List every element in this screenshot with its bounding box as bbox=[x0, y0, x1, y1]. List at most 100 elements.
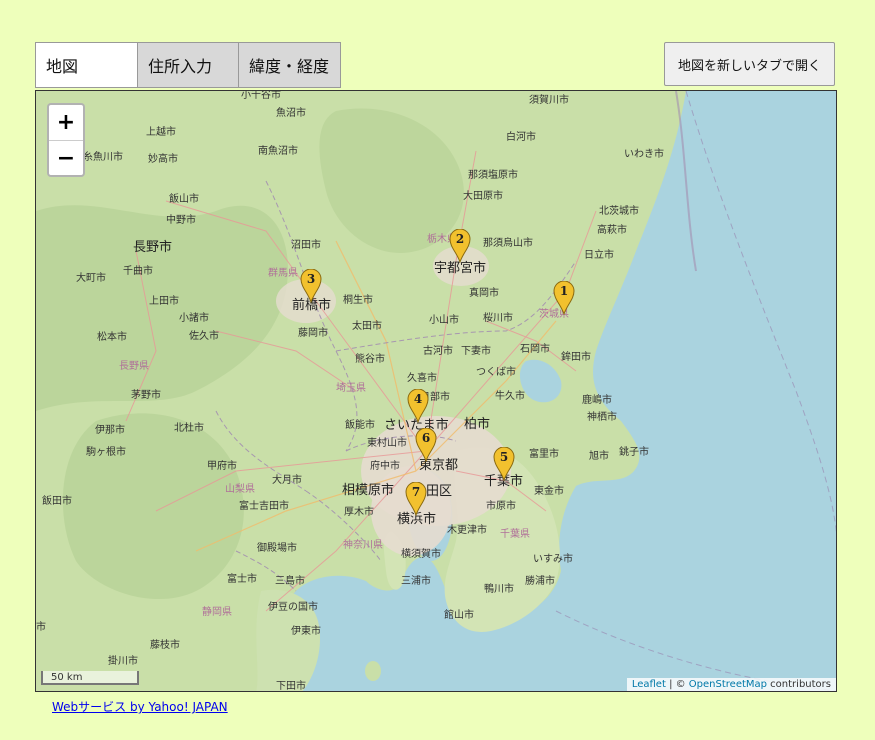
place-label: 市原市 bbox=[486, 501, 516, 512]
place-label: 相模原市 bbox=[342, 483, 395, 498]
marker-number: 2 bbox=[455, 232, 465, 246]
marker-number: 6 bbox=[421, 431, 431, 445]
map-marker[interactable]: 4 bbox=[407, 389, 429, 423]
place-label: 宇都宮市 bbox=[434, 261, 487, 276]
place-label: 上越市 bbox=[146, 127, 176, 138]
place-label: 掛川市 bbox=[108, 656, 138, 667]
place-label: 神栖市 bbox=[587, 412, 617, 423]
attribution-suffix: contributors bbox=[767, 679, 831, 690]
place-label: 糸魚川市 bbox=[83, 152, 123, 163]
place-label: 久喜市 bbox=[407, 373, 437, 384]
tab-lat-lng[interactable]: 緯度・経度 bbox=[239, 42, 341, 88]
place-label: 鹿嶋市 bbox=[582, 395, 612, 406]
place-label: 府中市 bbox=[370, 461, 400, 472]
place-label: 東村山市 bbox=[367, 438, 407, 449]
place-label: 須賀川市 bbox=[529, 95, 569, 106]
place-label: 三島市 bbox=[275, 576, 305, 587]
marker-number: 3 bbox=[306, 272, 316, 286]
place-label: 駒ヶ根市 bbox=[86, 447, 126, 458]
place-label: 太田市 bbox=[352, 321, 382, 332]
scale-bar: 50 km bbox=[41, 671, 139, 685]
marker-number: 4 bbox=[413, 392, 423, 406]
place-label: 中野市 bbox=[166, 215, 196, 226]
place-label: 飯能市 bbox=[345, 420, 375, 431]
place-label: 木更津市 bbox=[447, 525, 487, 536]
place-label: 飯山市 bbox=[169, 194, 199, 205]
map-marker[interactable]: 3 bbox=[300, 269, 322, 303]
map-container[interactable]: 小千谷市 魚沼市 須賀川市 上越市 白河市 糸魚川市 妙高市 南魚沼市 いわき市… bbox=[35, 90, 837, 692]
place-label: 大町市 bbox=[76, 273, 106, 284]
place-label: 牛久市 bbox=[495, 391, 525, 402]
place-label: 那須塩原市 bbox=[468, 170, 518, 181]
map-marker[interactable]: 6 bbox=[415, 428, 437, 462]
place-label: いわき市 bbox=[624, 149, 664, 160]
place-label: 横須賀市 bbox=[401, 549, 441, 560]
place-label: 佐久市 bbox=[189, 331, 219, 342]
place-label: 大田原市 bbox=[463, 191, 503, 202]
place-label: 富士吉田市 bbox=[239, 501, 289, 512]
place-label: 小諸市 bbox=[179, 313, 209, 324]
open-map-new-tab-button[interactable]: 地図を新しいタブで開く bbox=[664, 42, 835, 86]
prefecture-label: 群馬県 bbox=[268, 268, 298, 279]
place-label: 北杜市 bbox=[174, 423, 204, 434]
place-label: 熊谷市 bbox=[355, 354, 385, 365]
map-marker[interactable]: 1 bbox=[553, 281, 575, 315]
map-marker[interactable]: 7 bbox=[405, 482, 427, 516]
place-label: 藤枝市 bbox=[150, 640, 180, 651]
prefecture-label: 長野県 bbox=[119, 361, 149, 372]
mode-tabs: 地図 住所入力 緯度・経度 bbox=[35, 42, 341, 88]
openstreetmap-link[interactable]: OpenStreetMap bbox=[689, 679, 767, 690]
place-label: 南魚沼市 bbox=[258, 146, 298, 157]
place-label: 魚沼市 bbox=[276, 108, 306, 119]
prefecture-label: 山梨県 bbox=[225, 484, 255, 495]
place-label: 田区 bbox=[426, 484, 453, 499]
prefecture-label: 神奈川県 bbox=[343, 540, 383, 551]
tab-map[interactable]: 地図 bbox=[35, 42, 137, 88]
place-label: つくば市 bbox=[476, 367, 516, 378]
place-label: 上田市 bbox=[149, 296, 179, 307]
place-label: 小千谷市 bbox=[241, 90, 281, 101]
place-label: 伊豆の国市 bbox=[268, 602, 318, 613]
place-label: 鉾田市 bbox=[561, 352, 591, 363]
marker-number: 1 bbox=[559, 284, 569, 298]
map-marker[interactable]: 5 bbox=[493, 447, 515, 481]
place-label: 飯田市 bbox=[42, 496, 72, 507]
place-label: 真岡市 bbox=[469, 288, 499, 299]
zoom-control: + − bbox=[47, 103, 85, 177]
prefecture-label: 静岡県 bbox=[202, 607, 232, 618]
prefecture-label: 千葉県 bbox=[500, 529, 530, 540]
zoom-in-button[interactable]: + bbox=[49, 105, 83, 141]
zoom-out-button[interactable]: − bbox=[49, 141, 83, 175]
place-label: 桜川市 bbox=[483, 313, 513, 324]
leaflet-link[interactable]: Leaflet bbox=[632, 679, 666, 690]
place-label: 御殿場市 bbox=[257, 543, 297, 554]
place-label: 三浦市 bbox=[401, 576, 431, 587]
place-label: 古河市 bbox=[423, 346, 453, 357]
place-label: 富里市 bbox=[529, 449, 559, 460]
place-label: 小山市 bbox=[429, 315, 459, 326]
place-label: 茅野市 bbox=[131, 390, 161, 401]
place-label: 白河市 bbox=[506, 132, 536, 143]
place-label: いすみ市 bbox=[533, 554, 573, 565]
map-marker[interactable]: 2 bbox=[449, 229, 471, 263]
place-label: 日立市 bbox=[584, 250, 614, 261]
place-label: 藤岡市 bbox=[298, 328, 328, 339]
map-attribution: Leaflet | © OpenStreetMap contributors bbox=[626, 678, 836, 691]
place-label: 下田市 bbox=[276, 681, 306, 692]
place-label: 那須烏山市 bbox=[483, 238, 533, 249]
place-label: 東金市 bbox=[534, 486, 564, 497]
place-label: 松本市 bbox=[97, 332, 127, 343]
place-label: 伊那市 bbox=[95, 425, 125, 436]
tab-address-input[interactable]: 住所入力 bbox=[137, 42, 239, 88]
place-label: 下妻市 bbox=[461, 346, 491, 357]
place-label: 甲府市 bbox=[207, 461, 237, 472]
place-label: 銚子市 bbox=[619, 447, 649, 458]
place-label: 柏市 bbox=[464, 417, 491, 432]
yahoo-webservice-link[interactable]: Webサービス by Yahoo! JAPAN bbox=[52, 698, 228, 715]
place-label: 富士市 bbox=[227, 574, 257, 585]
place-label: 高萩市 bbox=[597, 225, 627, 236]
place-label: 石岡市 bbox=[520, 344, 550, 355]
place-label: 千曲市 bbox=[123, 266, 153, 277]
place-label: 勝浦市 bbox=[525, 576, 555, 587]
place-label: 伊東市 bbox=[291, 626, 321, 637]
